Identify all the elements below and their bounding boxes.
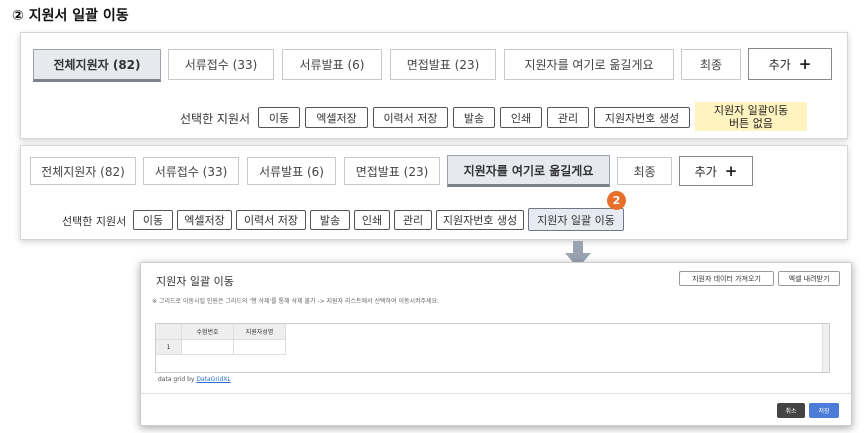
grid-cell[interactable] (182, 340, 234, 355)
excel-save-button[interactable]: 엑셀저장 (177, 210, 232, 230)
grid-cell[interactable] (234, 340, 286, 355)
add-label: 추가 (694, 164, 717, 179)
print-button[interactable]: 인쇄 (500, 107, 542, 128)
tab-final[interactable]: 최종 (617, 157, 672, 185)
generate-applicant-number-button[interactable]: 지원자번호 생성 (594, 107, 690, 128)
add-label: 추가 (768, 57, 791, 72)
tab-all-applicants[interactable]: 전체지원자 (82) (33, 49, 161, 82)
add-tab-button[interactable]: 추가 + (679, 156, 753, 186)
selected-applications-label: 선택한 지원서 (62, 215, 127, 228)
bulk-move-applicants-button[interactable]: 지원자 일괄 이동 (528, 208, 624, 231)
cancel-button[interactable]: 취소 (777, 403, 805, 418)
send-button[interactable]: 발송 (310, 210, 350, 230)
plus-icon: + (724, 162, 738, 180)
no-bulk-move-note: 지원자 일괄이동 버튼 없음 (695, 102, 807, 131)
manage-button[interactable]: 관리 (394, 210, 432, 230)
resume-save-button[interactable]: 이력서 저장 (373, 107, 448, 128)
import-applicant-data-button[interactable]: 지원자 데이터 가져오기 (679, 271, 774, 286)
tab-move-here[interactable]: 지원자를 여기로 옮길게요 (504, 49, 674, 80)
modal-hint: ※ 그리드로 이동시킬 인원은 그리드의 '행 삭제'를 통해 삭제 불가 ->… (152, 298, 440, 305)
excel-save-button[interactable]: 엑셀저장 (305, 107, 368, 128)
resume-save-button[interactable]: 이력서 저장 (236, 210, 306, 230)
tab-final[interactable]: 최종 (681, 49, 741, 80)
modal-title: 지원자 일괄 이동 (156, 275, 234, 288)
move-button[interactable]: 이동 (258, 107, 300, 128)
tab-document-announce[interactable]: 서류발표 (6) (282, 49, 382, 80)
tab-document-received[interactable]: 서류접수 (33) (143, 157, 239, 185)
note-line-1: 지원자 일괄이동 (713, 103, 789, 117)
grid-credit: data grid by DataGridXL (158, 376, 231, 383)
grid-scrollbar[interactable] (822, 324, 829, 372)
plus-icon: + (798, 55, 812, 73)
send-button[interactable]: 발송 (453, 107, 495, 128)
credit-prefix: data grid by (158, 376, 197, 383)
generate-applicant-number-button[interactable]: 지원자번호 생성 (436, 210, 524, 230)
selected-applications-label: 선택한 지원서 (180, 112, 251, 126)
excel-download-button[interactable]: 엑셀 내려받기 (778, 271, 840, 286)
tab-move-here[interactable]: 지원자를 여기로 옮길게요 (447, 155, 610, 187)
move-button[interactable]: 이동 (133, 210, 173, 230)
step-badge: 2 (607, 191, 626, 210)
grid-column-header[interactable]: 지원자성명 (234, 324, 286, 340)
note-line-2: 버튼 없음 (729, 116, 773, 130)
tab-all-applicants[interactable]: 전체지원자 (82) (30, 157, 136, 185)
grid-column-header[interactable]: 수험번호 (182, 324, 234, 340)
datagridxl-link[interactable]: DataGridXL (196, 376, 230, 383)
tab-interview-announce[interactable]: 면접발표 (23) (344, 157, 440, 185)
section-heading: ② 지원서 일괄 이동 (12, 8, 129, 24)
add-tab-button[interactable]: 추가 + (748, 48, 832, 80)
modal-divider (141, 393, 851, 394)
tab-document-announce[interactable]: 서류발표 (6) (247, 157, 336, 185)
save-button[interactable]: 저장 (809, 403, 839, 418)
print-button[interactable]: 인쇄 (354, 210, 390, 230)
grid-corner (156, 324, 182, 340)
manage-button[interactable]: 관리 (547, 107, 589, 128)
grid-row-header: 1 (156, 340, 182, 355)
tab-interview-announce[interactable]: 면접발표 (23) (390, 49, 496, 80)
tab-document-received[interactable]: 서류접수 (33) (168, 49, 274, 80)
